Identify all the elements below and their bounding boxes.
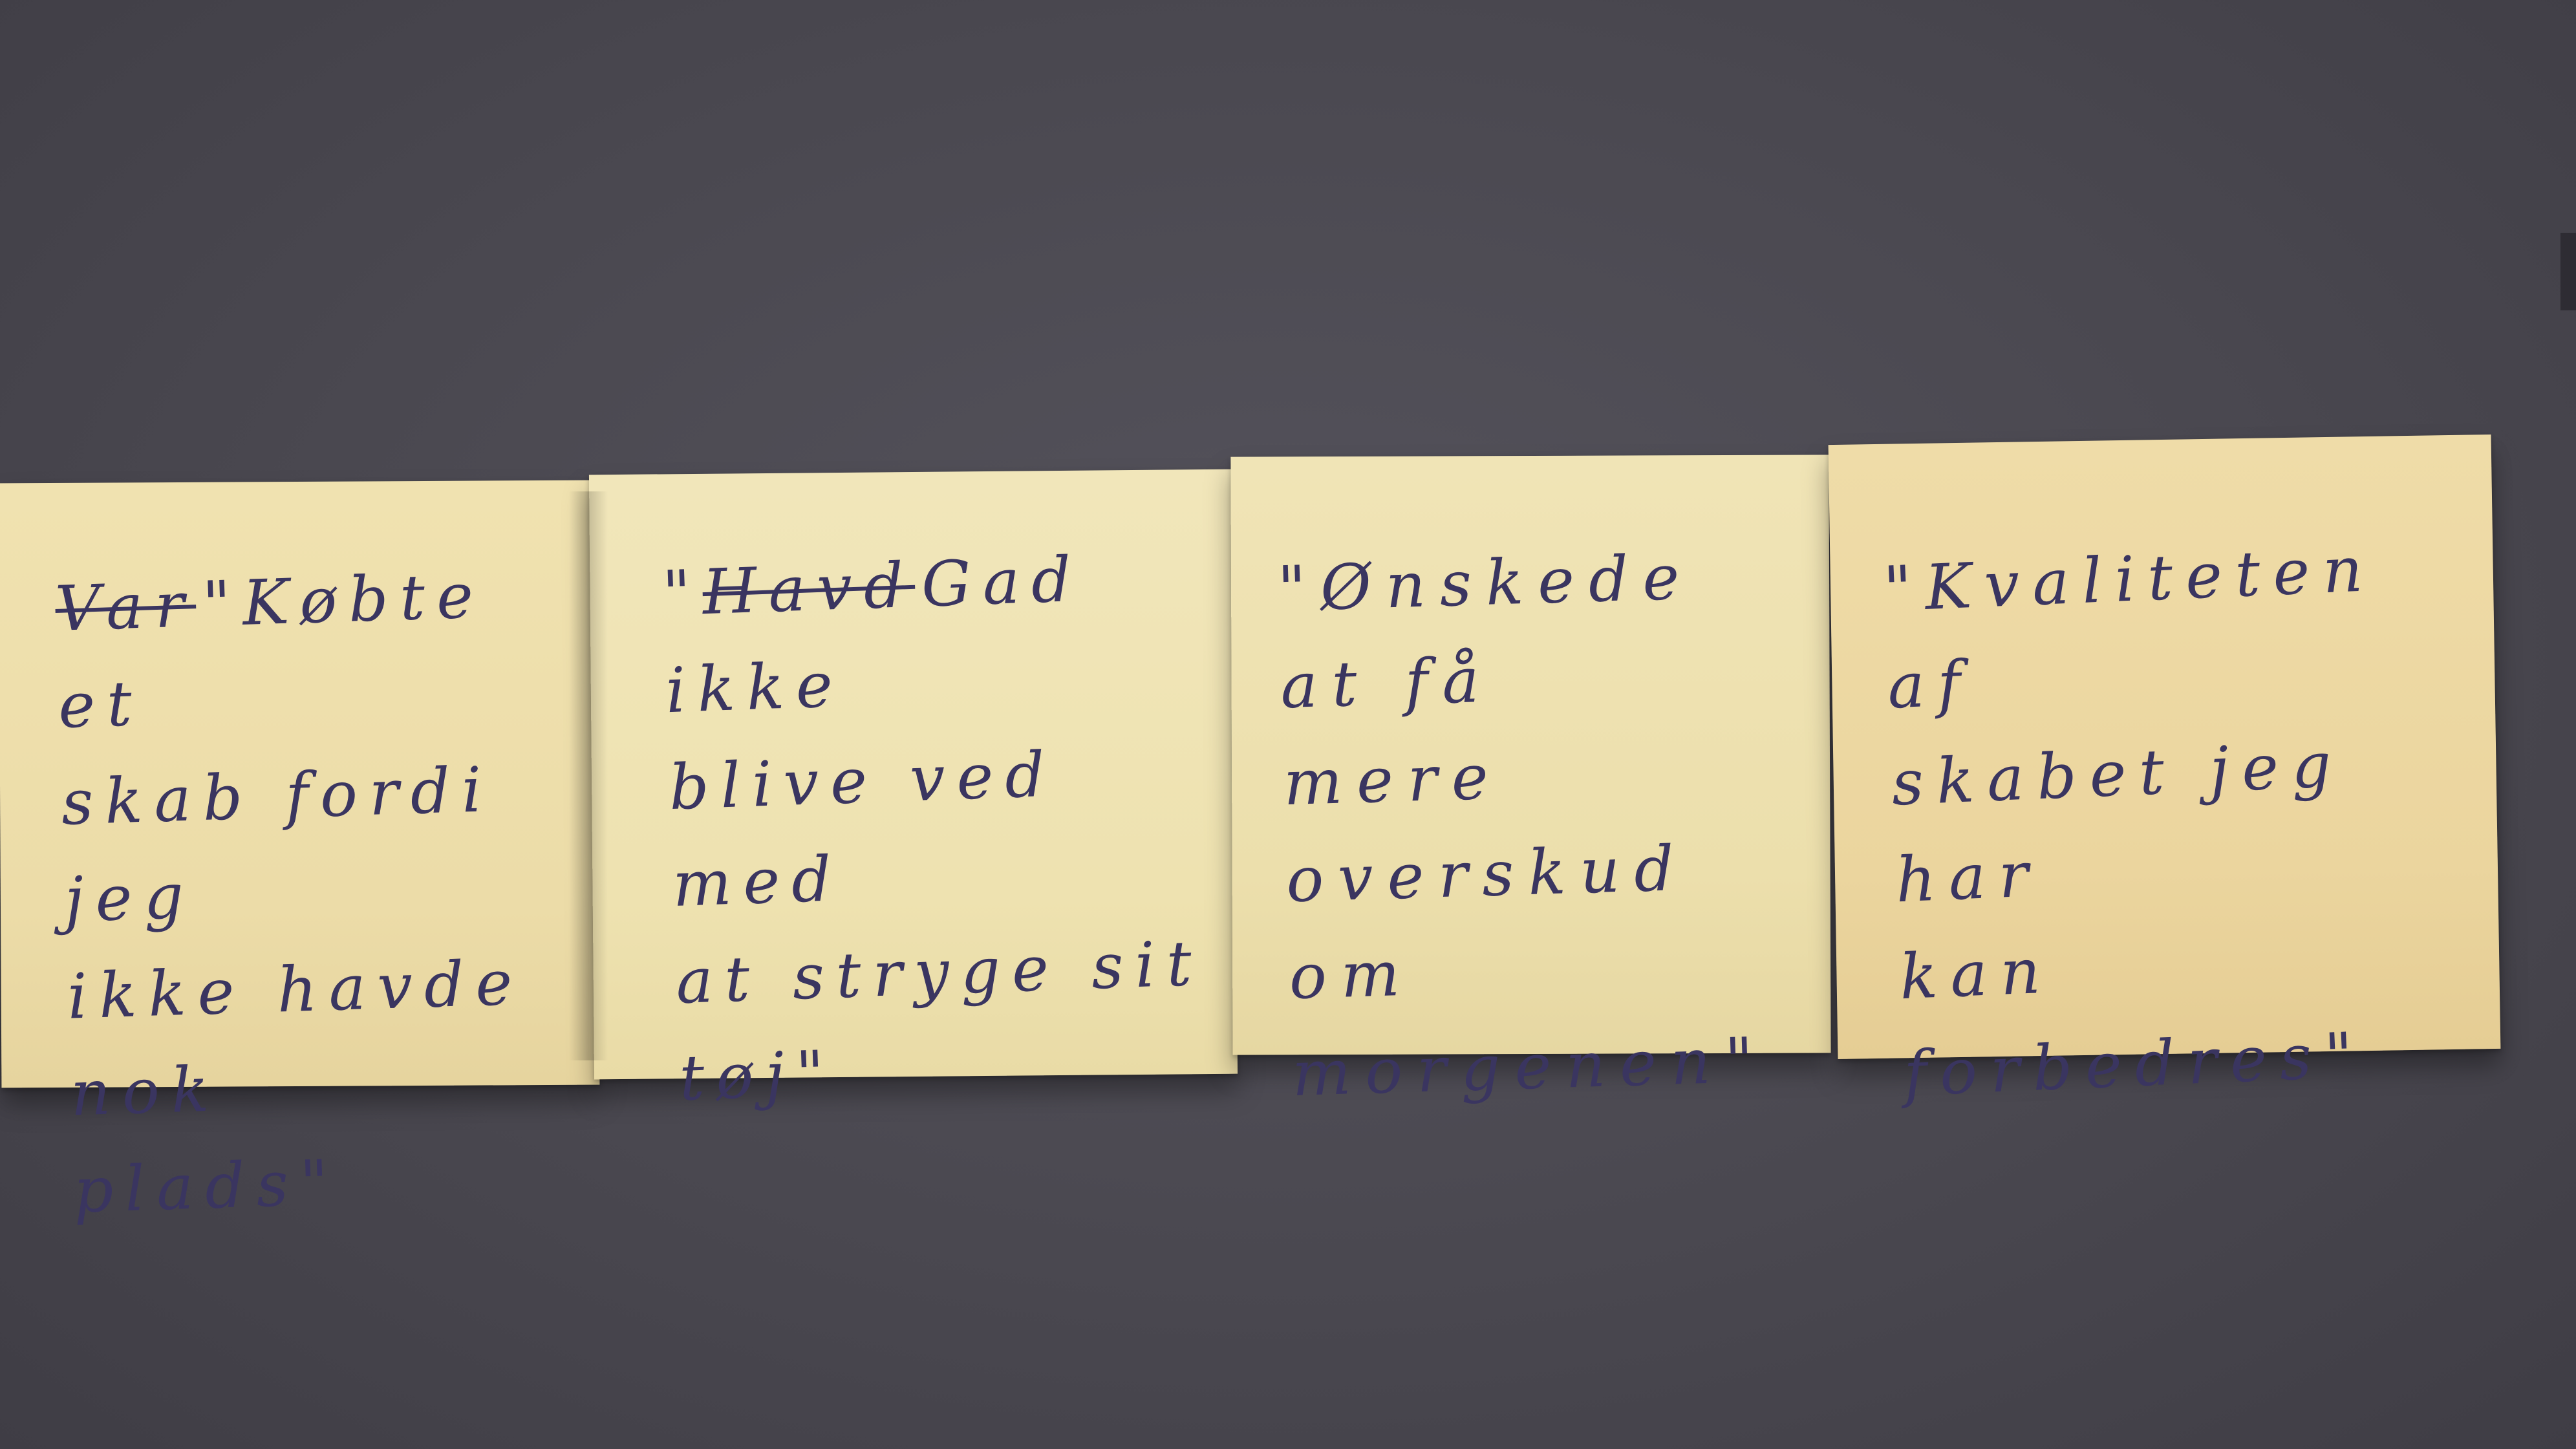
sticky-note-3: "Ønskede at få mere overskud om morgenen… — [1230, 455, 1831, 1110]
note-4-text: "Kvaliteten af skabet jeg har kan forbed… — [1882, 517, 2491, 1122]
note-3-text: "Ønskede at få mere overskud om morgenen… — [1276, 525, 1820, 1122]
note-1-text: Var"Købte et skab fordi jeg ikke havde n… — [54, 544, 592, 1240]
note-overlap-shadow — [569, 491, 608, 1060]
sticky-note-2: "HavdGad ikke blive ved med at stryge si… — [588, 469, 1238, 1115]
edge-object — [2560, 233, 2576, 310]
note-1-crossed-out: Var — [54, 568, 197, 645]
note-2-crossed-out: Havd — [701, 548, 917, 629]
sticky-note-4: "Kvaliteten af skabet jeg har kan forbed… — [1828, 435, 2501, 1110]
note-1-body: "Købte et skab fordi jeg ikke havde nok … — [57, 559, 525, 1227]
note-4-body: "Kvaliteten af skabet jeg har kan forbed… — [1882, 532, 2377, 1111]
note-3-body: "Ønskede at få mere overskud om morgenen… — [1276, 541, 1769, 1110]
note-2-text: "HavdGad ikke blive ved med at stryge si… — [661, 542, 1205, 1115]
note-2-body: Gad ikke blive ved med at stryge sit tøj… — [664, 542, 1205, 1115]
desk-surface: Var"Købte et skab fordi jeg ikke havde n… — [0, 0, 2576, 1449]
sticky-note-1: Var"Købte et skab fordi jeg ikke havde n… — [0, 480, 600, 1227]
